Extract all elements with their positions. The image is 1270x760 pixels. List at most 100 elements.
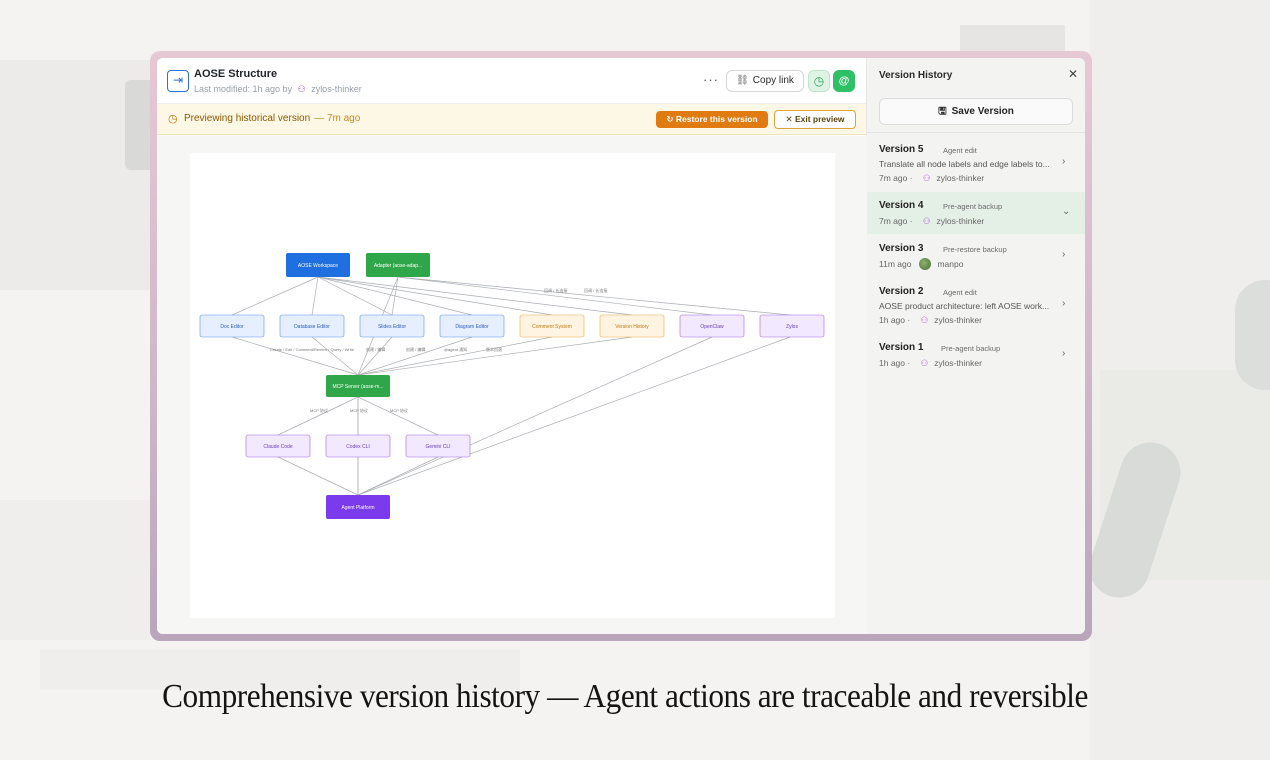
more-options-button[interactable]: ··· [703,72,719,87]
caption: Comprehensive version history — Agent ac… [162,678,1088,715]
node-doc-editor[interactable]: Doc Editor [199,314,265,338]
clock-icon: ◷ [168,113,178,125]
agent-icon: ⚇ [922,216,931,226]
last-modified-text: Last modified: 1h ago by [194,84,293,94]
version-time: 7m ago [879,173,908,183]
nodes: AOSE Workspace Adapter (aose-adap... Doc… [199,253,825,519]
version-user: zylos-thinker [936,173,985,183]
chevron-right-icon: › [1062,249,1066,260]
save-icon: 🖫 [938,106,947,117]
preview-banner: ◷ Previewing historical version — 7m ago … [157,104,866,135]
version-title: Version 5 [879,144,924,155]
divider [867,132,1085,133]
close-icon: ✕ [785,114,795,124]
version-tag: Pre-agent backup [941,344,1001,353]
node-comment-system[interactable]: Comment System [519,314,585,338]
doc-header: ⇥ AOSE Structure Last modified: 1h ago b… [157,58,866,104]
save-version-button[interactable]: 🖫 Save Version [879,98,1073,125]
modified-by-user: zylos-thinker [311,84,362,94]
agent-icon: ⚇ [922,173,931,183]
node-label: Gemini CLI [425,444,450,450]
node-diagram-editor[interactable]: Diagram Editor [439,314,505,338]
node-claude-code[interactable]: Claude Code [245,434,311,458]
edge [357,336,791,496]
copy-link-label: Copy link [752,75,794,86]
chevron-right-icon: › [1062,348,1066,359]
version-title: Version 1 [879,342,924,353]
version-tag: Pre-agent backup [943,202,1003,211]
version-tag: Agent edit [943,288,977,297]
diagram-canvas[interactable]: Create / Edit / Comment/Review / Query /… [190,153,835,618]
edge-label: 回调 / 长连接 [584,287,607,293]
version-user: zylos-thinker [936,216,985,226]
mention-button[interactable]: @ [833,70,855,92]
edge [317,276,553,316]
version-history-panel: Version History ✕ 🖫 Save Version Version … [867,58,1085,634]
node-label: Zylos [786,324,798,330]
history-clock-icon[interactable]: ◷ [808,70,830,92]
edge-label: Create / Edit / Comment/Review / Query /… [270,347,355,352]
node-openclaw[interactable]: OpenClaw [679,314,745,338]
background-shape [0,500,150,640]
expand-sidebar-icon[interactable]: ⇥ [167,70,189,92]
panel-title: Version History [879,70,953,81]
chevron-right-icon: › [1062,298,1066,309]
exit-preview-button[interactable]: ✕ Exit preview [774,110,856,129]
edge [357,396,439,436]
version-tag: Agent edit [943,146,977,155]
node-label: Version History [615,324,649,330]
version-item[interactable]: Version 5 Agent edit Translate all node … [867,134,1085,190]
doc-meta: Last modified: 1h ago by ⚇ zylos-thinker [194,84,362,95]
node-agent-platform[interactable]: Agent Platform [326,495,390,519]
edge-label: MCP 协议 [350,407,368,413]
version-user: zylos-thinker [934,315,982,325]
edge [357,336,713,496]
version-meta: 7m ago · ⚇ zylos-thinker [879,173,985,183]
node-label: AOSE Workspace [298,263,338,269]
restore-label: Restore this version [675,114,758,124]
edge [231,336,359,376]
version-title: Version 3 [879,243,924,254]
node-codex-cli[interactable]: Codex CLI [325,434,391,458]
version-meta: 1h ago · ⚇ zylos-thinker [879,315,982,325]
version-item[interactable]: Version 2 Agent edit AOSE product archit… [867,278,1085,334]
version-item[interactable]: Version 4 Pre-agent backup 7m ago · ⚇ zyl… [867,192,1085,234]
version-meta: 11m ago manpo [879,257,963,270]
node-adapter[interactable]: Adapter (aose-adap... [366,253,430,277]
restore-version-button[interactable]: ↻ Restore this version [656,111,768,128]
chevron-down-icon: ⌄ [1062,206,1071,217]
main-panel: ⇥ AOSE Structure Last modified: 1h ago b… [157,58,867,634]
node-zylos[interactable]: Zylos [759,314,825,338]
version-tag: Pre-restore backup [943,245,1007,254]
version-time: 1h ago [879,358,905,368]
version-title: Version 4 [879,200,924,211]
restore-icon: ↻ [666,114,676,124]
node-label: Adapter (aose-adap... [374,263,422,269]
node-label: OpenClaw [700,324,724,330]
version-item[interactable]: Version 1 Pre-agent backup 1h ago · ⚇ zyl… [867,335,1085,377]
page-title: AOSE Structure [194,68,278,80]
edge-label: 版本回滚 [486,346,502,352]
edge [277,456,359,496]
node-aose-workspace[interactable]: AOSE Workspace [286,253,350,277]
node-label: Doc Editor [220,324,244,330]
copy-link-button[interactable]: ⛓ Copy link [726,70,804,92]
version-item[interactable]: Version 3 Pre-restore backup 11m ago manp… [867,235,1085,277]
node-gemini-cli[interactable]: Gemini CLI [405,434,471,458]
node-database-editor[interactable]: Database Editor [279,314,345,338]
canvas-area: Create / Edit / Comment/Review / Query /… [157,136,867,634]
version-description: Translate all node labels and edge label… [879,159,1050,169]
node-label: Diagram Editor [455,324,489,330]
node-mcp-server[interactable]: MCP Server (aose-m... [326,375,390,397]
version-time: 11m ago [879,259,912,269]
edge-label: 创建 / 编辑 [366,346,385,352]
node-version-history[interactable]: Version History [599,314,665,338]
node-label: Claude Code [263,444,292,450]
node-slides-editor[interactable]: Slides Editor [359,314,425,338]
close-panel-icon[interactable]: ✕ [1068,67,1078,81]
preview-banner-text: Previewing historical version — 7m ago [184,113,360,124]
background-shape [1235,280,1270,390]
node-label: Comment System [532,324,572,330]
chevron-right-icon: › [1062,156,1066,167]
version-title: Version 2 [879,286,924,297]
